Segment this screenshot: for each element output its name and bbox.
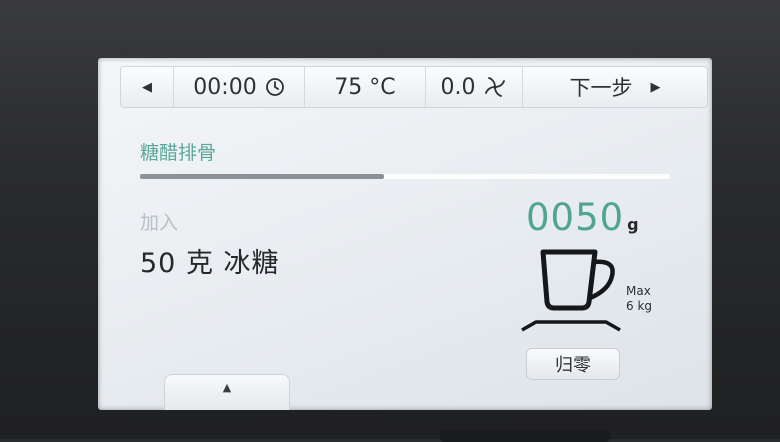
next-step-label: 下一步 — [569, 76, 633, 100]
next-step-button[interactable]: 下一步 ▶ — [523, 67, 707, 107]
caret-right-icon: ▶ — [650, 79, 661, 95]
step-action-label: 加入 — [140, 212, 179, 234]
weight-value: 0050 — [526, 196, 625, 239]
timer-display[interactable]: 00:00 — [174, 67, 305, 107]
caret-left-icon: ◀ — [142, 79, 152, 95]
scale-cup-icon — [516, 246, 626, 340]
timer-value: 00:00 — [193, 74, 257, 100]
fan-icon — [482, 74, 508, 100]
bezel-slot — [440, 430, 610, 442]
scale-capacity-label: Max 6 kg — [626, 284, 652, 314]
speed-value: 0.0 — [440, 74, 476, 100]
expand-panel-tab[interactable]: ▲ — [164, 374, 290, 410]
recipe-title: 糖醋排骨 — [140, 142, 217, 164]
clock-icon — [265, 77, 285, 97]
temperature-display[interactable]: 75 °C — [305, 67, 426, 107]
top-status-bar: ◀ 00:00 75 °C 0.0 下一步 ▶ — [120, 66, 708, 108]
scale-weight-readout: 0050 g — [526, 196, 639, 239]
step-instruction: 50 克 冰糖 — [140, 248, 280, 279]
temperature-value: 75 °C — [334, 74, 396, 100]
recipe-progress-fill — [140, 174, 384, 179]
speed-display[interactable]: 0.0 — [426, 67, 523, 107]
capacity-value-text: 6 kg — [626, 299, 653, 313]
recipe-progress-bar — [140, 174, 670, 179]
weight-unit: g — [627, 215, 639, 234]
capacity-max-text: Max — [626, 284, 651, 298]
display-screen: ◀ 00:00 75 °C 0.0 下一步 ▶ 糖醋排骨 加入 50 克 冰糖 … — [98, 58, 712, 410]
caret-up-icon: ▲ — [222, 381, 232, 394]
tare-button[interactable]: 归零 — [526, 348, 620, 380]
previous-step-button[interactable]: ◀ — [121, 67, 174, 107]
